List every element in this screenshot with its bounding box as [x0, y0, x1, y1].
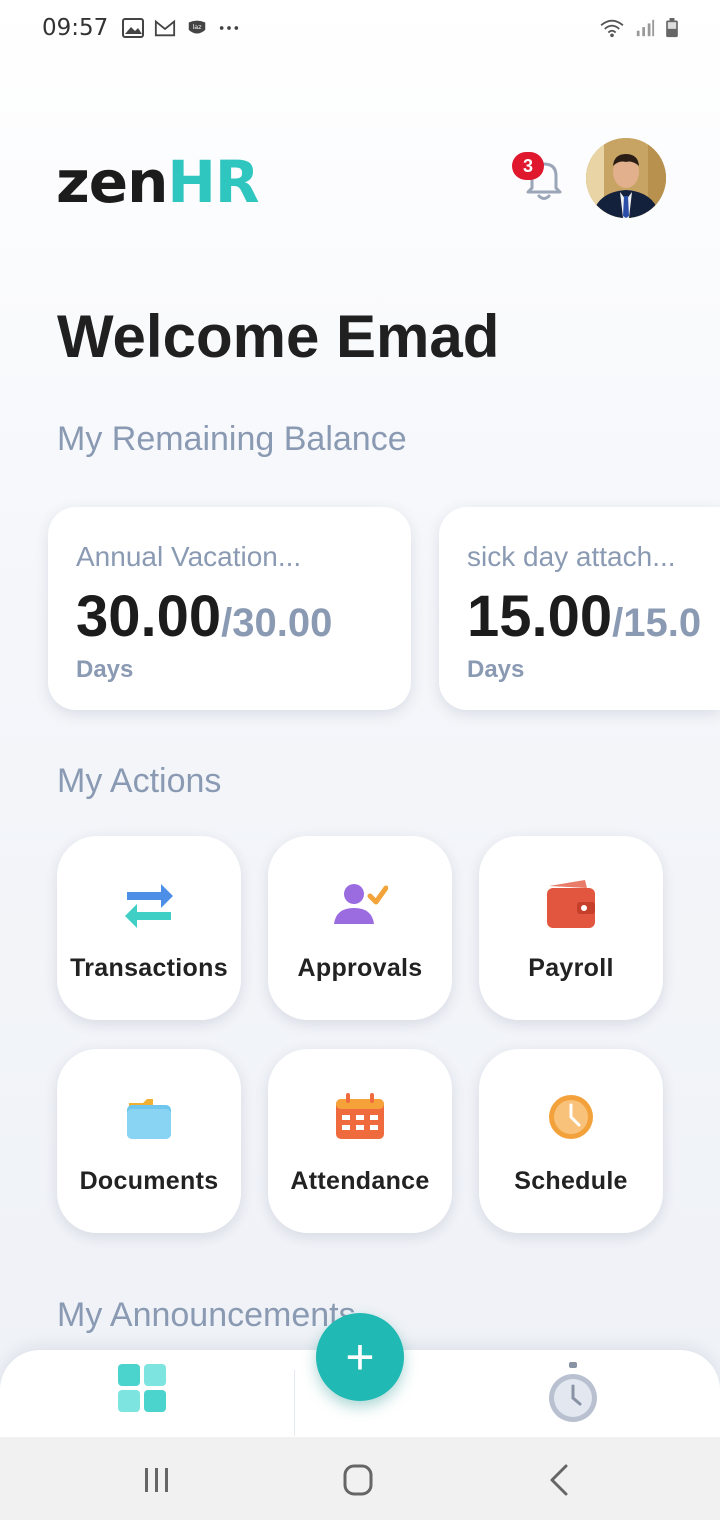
balance-total: /15.0 [612, 601, 702, 645]
profile-photo-icon [586, 138, 666, 218]
balance-card-sick-day[interactable]: sick day attach... 15.00/15.0 Days [439, 507, 720, 710]
balance-type-name: sick day attach... [467, 541, 676, 572]
image-icon [122, 18, 145, 38]
tab-divider [294, 1370, 295, 1436]
add-fab-button[interactable]: + [316, 1313, 404, 1401]
system-icons [598, 18, 680, 38]
folder-icon [127, 1099, 171, 1139]
recent-apps-icon[interactable] [137, 1462, 177, 1498]
balance-type-name: Annual Vacation... [76, 541, 302, 572]
wallet-icon [547, 880, 595, 928]
action-payroll[interactable]: Payroll [479, 836, 663, 1020]
gmail-icon [155, 19, 176, 37]
stopwatch-icon[interactable] [546, 1360, 600, 1424]
balance-amount: 30.00/30.00 [76, 583, 383, 650]
action-attendance[interactable]: Attendance [268, 1049, 452, 1233]
status-time: 09:57 [42, 15, 109, 41]
notification-badge[interactable]: 3 [512, 152, 544, 180]
actions-section-title: My Actions [57, 762, 222, 800]
zenhr-logo: zenHR [56, 148, 260, 216]
action-label: Payroll [528, 954, 614, 982]
transactions-icon [125, 884, 173, 928]
avatar[interactable] [586, 138, 666, 218]
balance-total: /30.00 [221, 601, 333, 645]
status-bar: 09:57 laz [0, 0, 720, 56]
logo-zen: zen [56, 148, 168, 216]
action-approvals[interactable]: Approvals [268, 836, 452, 1020]
wifi-icon [600, 19, 624, 38]
action-label: Transactions [70, 954, 228, 982]
balance-unit: Days [76, 656, 134, 683]
home-grid-icon[interactable] [116, 1362, 168, 1414]
announcements-section-title: My Announcements [57, 1296, 356, 1334]
action-label: Attendance [290, 1167, 430, 1195]
more-dots-icon [220, 26, 239, 30]
action-schedule[interactable]: Schedule [479, 1049, 663, 1233]
balance-amount: 15.00/15.0 [467, 583, 701, 650]
balance-card-annual-vacation[interactable]: Annual Vacation... 30.00/30.00 Days [48, 507, 411, 710]
approvals-icon [334, 884, 388, 924]
calendar-icon [336, 1093, 384, 1139]
balance-unit: Days [467, 656, 525, 683]
clock-icon [549, 1095, 593, 1139]
back-icon[interactable] [540, 1462, 580, 1498]
battery-icon [666, 18, 678, 38]
svg-text:laz: laz [193, 23, 203, 31]
action-label: Documents [79, 1167, 219, 1195]
welcome-heading: Welcome Emad [57, 303, 500, 370]
balance-section-title: My Remaining Balance [57, 420, 407, 458]
signal-icon [636, 19, 655, 37]
action-documents[interactable]: Documents [57, 1049, 241, 1233]
balance-remaining: 15.00 [467, 584, 613, 649]
action-label: Approvals [297, 954, 423, 982]
notification-icons: laz [122, 18, 240, 38]
balance-remaining: 30.00 [76, 584, 222, 649]
action-transactions[interactable]: Transactions [57, 836, 241, 1020]
logo-hr: HR [167, 148, 259, 216]
action-label: Schedule [514, 1167, 628, 1195]
home-icon[interactable] [338, 1462, 378, 1498]
lazada-icon: laz [189, 20, 206, 34]
